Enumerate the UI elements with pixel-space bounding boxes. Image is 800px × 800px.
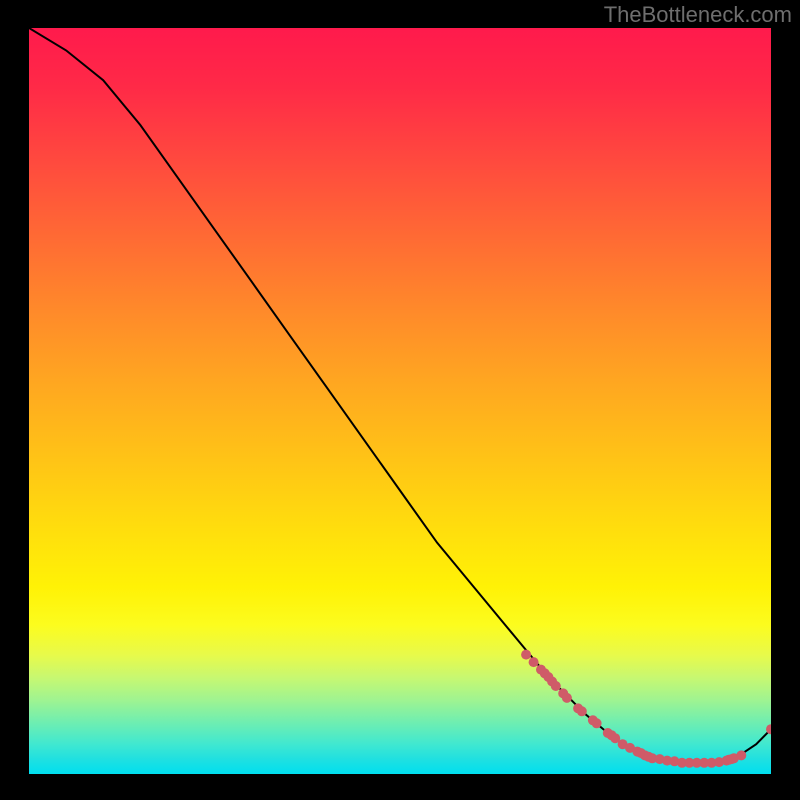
highlight-point [610,733,620,743]
highlight-point [636,748,646,758]
highlight-point [662,756,672,766]
highlight-point [536,665,546,675]
highlight-point [618,739,628,749]
highlight-point [729,753,739,763]
highlight-point [707,758,717,768]
highlight-point [529,657,539,667]
highlight-point [714,757,724,767]
highlight-point [647,753,657,763]
highlight-point [562,693,572,703]
chart-plot-area [29,28,771,774]
highlight-point [543,672,553,682]
highlight-point [644,752,654,762]
highlight-point [592,718,602,728]
highlight-point [766,724,771,734]
highlight-point [684,758,694,768]
highlight-point [632,747,642,757]
chart-svg [29,28,771,774]
highlight-point [670,756,680,766]
highlight-point [558,688,568,698]
highlight-point [603,728,613,738]
highlight-point [573,703,583,713]
highlight-point [655,754,665,764]
highlight-point [692,758,702,768]
highlight-point [625,743,635,753]
bottleneck-curve [29,28,771,763]
highlight-point [677,758,687,768]
highlight-point [607,730,617,740]
highlight-point [699,758,709,768]
highlight-point [588,715,598,725]
highlight-point [724,755,734,765]
highlight-point [640,750,650,760]
highlight-point [540,668,550,678]
highlight-point [727,754,737,764]
highlight-points [521,650,771,768]
highlight-point [547,677,557,687]
highlight-point [736,750,746,760]
highlight-point [722,756,732,766]
highlight-point [577,706,587,716]
highlight-point [521,650,531,660]
highlight-point [551,681,561,691]
watermark-text: TheBottleneck.com [604,2,792,28]
